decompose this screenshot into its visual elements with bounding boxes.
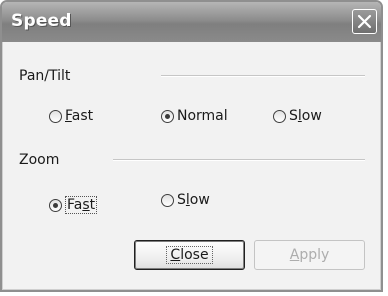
speed-dialog: Speed Pan/Tilt Fast Normal Slow Zoom Fas… <box>0 0 383 292</box>
radio-circle <box>161 109 174 123</box>
close-button-label: Close <box>166 246 213 264</box>
pan-tilt-slow-radio[interactable]: Slow <box>273 108 322 124</box>
radio-circle <box>49 198 62 212</box>
radio-circle <box>273 109 286 123</box>
apply-button-label: Apply <box>289 247 330 263</box>
pan-tilt-normal-label: Normal <box>177 108 228 124</box>
apply-button[interactable]: Apply <box>254 240 365 270</box>
pan-tilt-label: Pan/Tilt <box>19 68 71 84</box>
zoom-slow-label: Slow <box>177 192 210 208</box>
zoom-fast-radio[interactable]: Fast <box>49 196 98 214</box>
zoom-slow-radio[interactable]: Slow <box>161 192 210 208</box>
title-bar[interactable]: Speed <box>2 2 381 42</box>
pan-tilt-fast-radio[interactable]: Fast <box>49 108 93 124</box>
close-icon[interactable] <box>352 9 377 34</box>
dialog-title: Speed <box>11 11 72 31</box>
zoom-fast-label: Fast <box>65 196 98 214</box>
close-x-glyph <box>357 14 372 29</box>
radio-circle <box>49 109 62 123</box>
pan-tilt-normal-radio[interactable]: Normal <box>161 108 228 124</box>
pan-tilt-separator <box>161 75 365 77</box>
dialog-body: Pan/Tilt Fast Normal Slow Zoom Fast Slow… <box>2 42 381 290</box>
zoom-label: Zoom <box>19 152 60 168</box>
pan-tilt-fast-label: Fast <box>65 108 94 124</box>
radio-circle <box>161 193 174 207</box>
close-button[interactable]: Close <box>134 240 245 270</box>
zoom-separator <box>113 159 365 161</box>
pan-tilt-slow-label: Slow <box>289 108 322 124</box>
